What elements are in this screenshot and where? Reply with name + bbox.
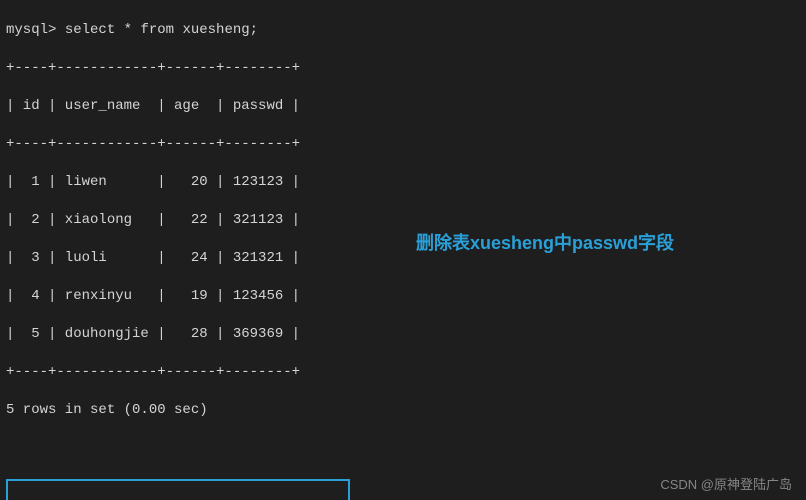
query1-line: mysql> select * from xuesheng; [6,21,800,40]
table-row: +----+------------+------+--------+ [6,363,800,382]
query1-cmd: select * from xuesheng; [65,22,258,38]
mysql-terminal[interactable]: mysql> select * from xuesheng; +----+---… [0,0,806,500]
table-row: +----+------------+------+--------+ [6,59,800,78]
table-row: | 3 | luoli | 24 | 321321 | [6,249,800,268]
mysql-prompt: mysql> [6,22,56,38]
table-header: | id | user_name | age | passwd | [6,97,800,116]
table-row: | 5 | douhongjie | 28 | 369369 | [6,325,800,344]
table-row: | 1 | liwen | 20 | 123123 | [6,173,800,192]
query1-summary: 5 rows in set (0.00 sec) [6,401,800,420]
annotation-label: 删除表xuesheng中passwd字段 [416,234,674,253]
blank-line [6,439,800,458]
table-row: +----+------------+------+--------+ [6,135,800,154]
table-row: | 4 | renxinyu | 19 | 123456 | [6,287,800,306]
table-row: | 2 | xiaolong | 22 | 321123 | [6,211,800,230]
csdn-watermark: CSDN @原神登陆广岛 [660,475,792,494]
highlighted-block: mysql> alter table xuesheng drop passwd;… [6,479,350,500]
